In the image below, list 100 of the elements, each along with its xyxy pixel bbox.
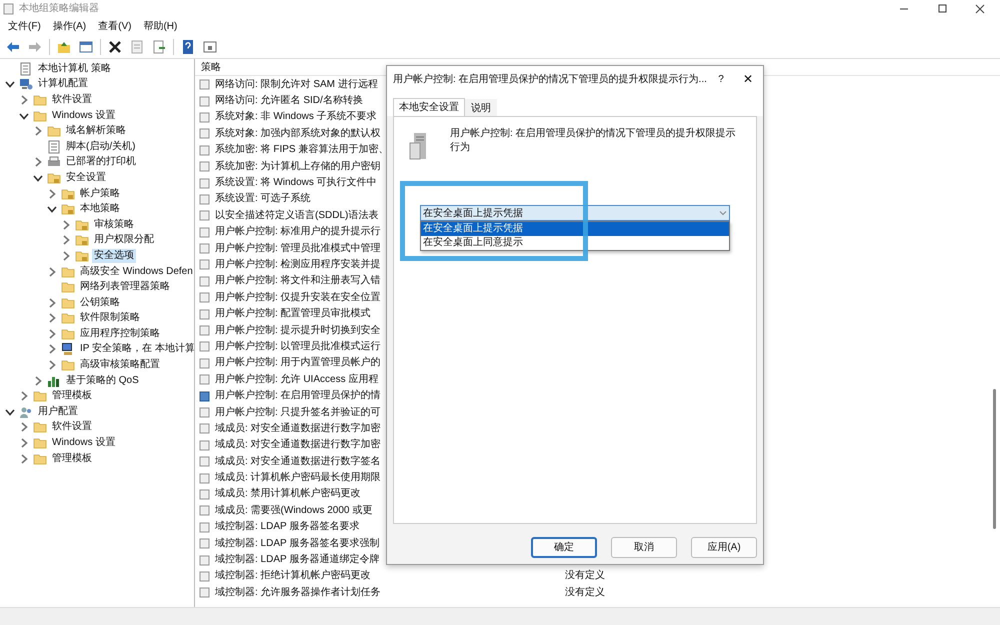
dialog-tab[interactable]: 说明 <box>465 99 497 117</box>
lock-folder-icon <box>75 248 89 263</box>
tree-item[interactable]: 管理模板 <box>18 452 94 466</box>
policy-name[interactable]: 用户帐户控制: 将文件和注册表写入错 <box>215 273 385 288</box>
tree-item[interactable]: 脚本(启动/关机) <box>32 140 138 154</box>
help-button[interactable]: ? <box>709 72 733 86</box>
folder-icon <box>61 264 75 279</box>
tree-item[interactable]: 帐户策略 <box>46 186 122 201</box>
column-header[interactable]: 策略 <box>195 60 227 74</box>
tree-item[interactable]: 审核策略 <box>60 218 136 232</box>
tree-item[interactable]: 软件设置 <box>18 420 94 434</box>
tree-item[interactable]: 基于策略的 QoS <box>32 374 141 388</box>
policy-name[interactable]: 用户帐户控制: 在启用管理员保护的情 <box>215 388 385 404</box>
folder-icon <box>61 326 75 341</box>
folder-icon <box>61 358 75 372</box>
policy-name[interactable]: 域成员: 计算机帐户密码最长使用期限 <box>215 470 385 486</box>
tree-item[interactable]: 软件设置 <box>18 92 94 107</box>
dropdown-option[interactable]: 在安全桌面上同意提示 <box>421 236 729 250</box>
policy-name[interactable]: 用户帐户控制: 检测应用程序安装并提 <box>215 256 385 272</box>
tree-item[interactable]: 安全设置 <box>32 170 108 185</box>
tree-item[interactable]: 域名解析策略 <box>32 124 128 138</box>
policy-name[interactable]: 用户帐户控制: 允许 UIAccess 应用程 <box>215 372 385 387</box>
policy-name[interactable]: 域控制器: LDAP 服务器签名要求强制 <box>215 536 385 551</box>
tree-item[interactable]: 高级审核策略配置 <box>46 358 162 372</box>
delete-icon[interactable] <box>107 38 123 54</box>
policy-name[interactable]: 系统设置: 将 Windows 可执行文件中 <box>215 175 385 190</box>
folder-icon <box>61 296 75 310</box>
app-icon <box>3 2 15 14</box>
folder-icon <box>33 389 47 404</box>
policy-name[interactable]: 域控制器: 拒绝计算机帐户密码更改 <box>215 568 385 584</box>
policy-name[interactable]: 以安全描述符定义语言(SDDL)语法表 <box>215 208 385 223</box>
policy-name[interactable]: 域成员: 对安全通道数据进行数字签名 <box>215 454 385 469</box>
policy-name[interactable]: 用户帐户控制: 以管理员批准模式运行 <box>215 338 385 354</box>
menu-item[interactable]: 操作(A) <box>46 18 92 34</box>
tree-item[interactable]: 公钥策略 <box>46 296 122 310</box>
policy-name[interactable]: 系统设置: 可选子系统 <box>215 191 385 206</box>
lock-folder-icon <box>47 170 61 185</box>
monitor-icon <box>61 342 75 356</box>
dialog-tab[interactable]: 本地安全设置 <box>393 98 465 116</box>
dialog-button[interactable]: 确定 <box>531 537 597 558</box>
policy-name[interactable]: 网络访问: 允许匿名 SID/名称转换 <box>215 93 385 108</box>
policy-name[interactable]: 域控制器: LDAP 服务器签名要求 <box>215 519 385 534</box>
action-pane-icon[interactable] <box>202 38 218 54</box>
export-list-icon[interactable] <box>151 38 167 54</box>
tree-item[interactable]: 本地策略 <box>46 202 122 216</box>
dropdown-option[interactable]: 在安全桌面上提示凭据 <box>421 222 729 236</box>
policy-name[interactable]: 用户帐户控制: 标准用户的提升提示行 <box>215 224 385 240</box>
policy-name[interactable]: 域控制器: LDAP 服务器通道绑定令牌 <box>215 552 385 568</box>
setting-description: 用户帐户控制: 在启用管理员保护的情况下管理员的提升权限提示行为 <box>450 127 737 155</box>
policy-name[interactable]: 用户帐户控制: 仅提升安装在安全位置 <box>215 290 385 305</box>
document-icon <box>47 140 61 154</box>
policy-name[interactable]: 用户帐户控制: 配置管理员审批模式 <box>215 306 385 322</box>
tree-item[interactable]: 管理模板 <box>18 389 94 404</box>
tree-item[interactable]: 软件限制策略 <box>46 311 142 326</box>
menu-item[interactable]: 文件(F) <box>2 18 47 34</box>
policy-name[interactable]: 网络访问: 限制允许对 SAM 进行远程 <box>215 76 385 92</box>
computer-icon <box>19 77 33 92</box>
users-icon <box>19 404 33 419</box>
folder-icon <box>33 108 47 123</box>
dialog-button[interactable]: 应用(A) <box>691 537 757 558</box>
policy-name[interactable]: 域成员: 需要强(Windows 2000 或更 <box>215 502 385 518</box>
tree-item[interactable]: Windows 设置 <box>18 436 118 450</box>
tree-item[interactable]: 网络列表管理器策略 <box>46 280 172 294</box>
dialog-button[interactable]: 取消 <box>611 537 677 558</box>
policy-name[interactable]: 用户帐户控制: 管理员批准模式中管理 <box>215 240 385 256</box>
policy-name[interactable]: 域成员: 禁用计算机帐户密码更改 <box>215 486 385 502</box>
tree-item[interactable]: 用户权限分配 <box>60 233 156 248</box>
tree-item[interactable]: 本地计算机 策略 <box>4 62 113 76</box>
tree-item[interactable]: Windows 设置 <box>18 108 118 123</box>
tree-pane-icon[interactable] <box>78 38 94 54</box>
tree-item[interactable]: IP 安全策略，在 本地计算 <box>46 342 194 356</box>
tree-item[interactable]: 已部署的打印机 <box>32 155 138 170</box>
dropdown[interactable]: 在安全桌面上提示凭据 <box>420 205 730 221</box>
help-icon[interactable] <box>180 38 196 54</box>
folder-icon <box>33 92 47 107</box>
policy-name[interactable]: 用户帐户控制: 用于内置管理员帐户的 <box>215 355 385 370</box>
menu-item[interactable]: 查看(V) <box>92 18 138 34</box>
policy-name[interactable]: 系统对象: 加强内部系统对象的默认权 <box>215 126 385 141</box>
policy-document-icon <box>19 62 33 76</box>
tree-item[interactable]: 用户配置 <box>4 404 80 419</box>
tree-item[interactable]: 计算机配置 <box>4 77 90 92</box>
policy-name[interactable]: 用户帐户控制: 提示提升时切换到安全 <box>215 322 385 338</box>
policy-name[interactable]: 域成员: 对安全通道数据进行数字加密 <box>215 437 385 452</box>
policy-name[interactable]: 系统对象: 非 Windows 子系统不要求 <box>215 109 385 124</box>
policy-name[interactable]: 用户帐户控制: 只提升签名并验证的可 <box>215 404 385 420</box>
close-button[interactable]: ✕ <box>733 70 763 88</box>
close-icon[interactable] <box>975 4 985 14</box>
tree-item[interactable]: 应用程序控制策略 <box>46 326 162 341</box>
policy-name[interactable]: 系统加密: 将 FIPS 兼容算法用于加密、 <box>215 142 385 158</box>
lock-folder-icon <box>75 218 89 232</box>
scrollbar[interactable] <box>993 389 996 529</box>
maximize-icon[interactable] <box>937 4 947 14</box>
menu-item[interactable]: 帮助(H) <box>137 18 184 34</box>
folder-icon <box>47 124 61 138</box>
policy-name[interactable]: 域控制器: 允许服务器操作者计划任务 <box>215 584 385 600</box>
tree-item[interactable]: 高级安全 Windows Defen <box>46 264 194 279</box>
policy-name[interactable]: 域成员: 对安全通道数据进行数字加密 <box>215 420 385 436</box>
folder-icon <box>33 420 47 434</box>
policy-setting: 没有定义 <box>565 568 605 584</box>
policy-name[interactable]: 系统加密: 为计算机上存储的用户密钥 <box>215 158 385 174</box>
